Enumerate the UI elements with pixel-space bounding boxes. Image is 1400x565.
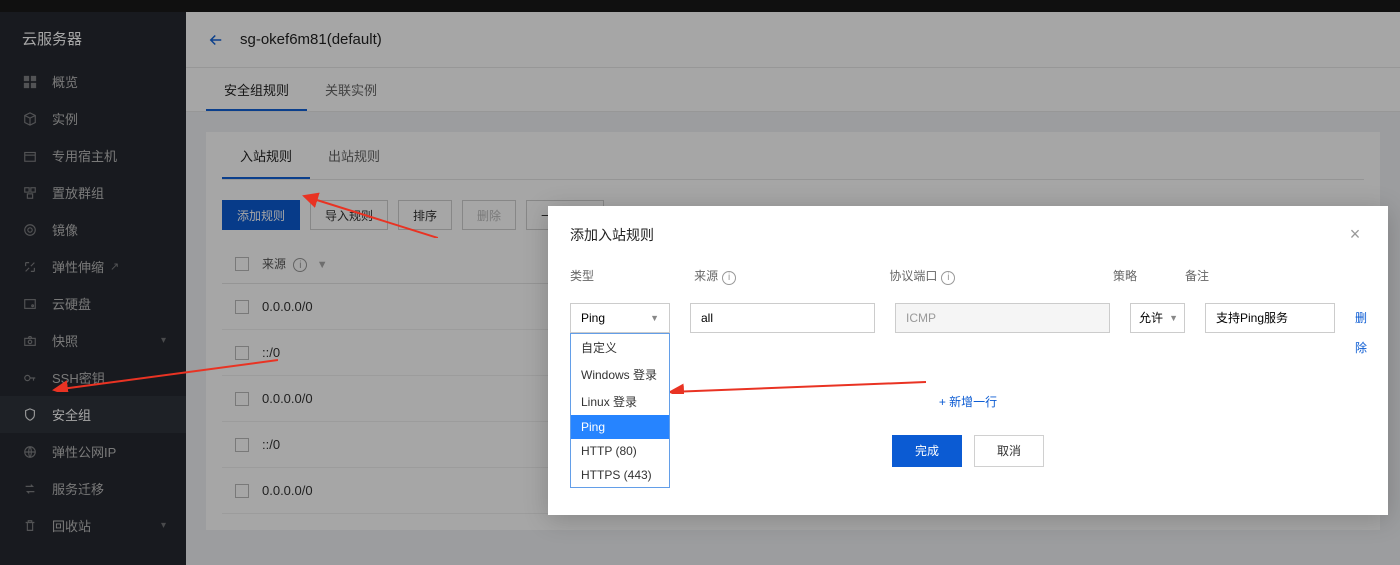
col-remark-label: 备注 xyxy=(1185,267,1308,285)
remark-input[interactable] xyxy=(1205,303,1335,333)
info-icon[interactable]: i xyxy=(722,271,736,285)
col-port-label: 协议端口 xyxy=(889,269,937,283)
type-select[interactable]: Ping▼ xyxy=(570,303,670,333)
col-type-label: 类型 xyxy=(570,267,674,285)
type-option-0[interactable]: 自定义 xyxy=(571,334,669,361)
type-option-3[interactable]: Ping xyxy=(571,415,669,439)
policy-select[interactable]: 允许▼ xyxy=(1130,303,1185,333)
delete-row-link[interactable]: 删除 xyxy=(1355,311,1367,355)
col-source-label: 来源 xyxy=(694,269,718,283)
source-input[interactable] xyxy=(690,303,875,333)
modal-title: 添加入站规则 xyxy=(570,225,654,245)
type-dropdown: 自定义Windows 登录Linux 登录PingHTTP (80)HTTPS … xyxy=(570,333,670,488)
chevron-down-icon: ▼ xyxy=(650,313,659,323)
type-option-2[interactable]: Linux 登录 xyxy=(571,388,669,415)
close-icon[interactable]: × xyxy=(1344,224,1366,245)
cancel-button[interactable]: 取消 xyxy=(974,435,1044,467)
form-header: 类型 来源 i 协议端口 i 策略 备注 xyxy=(570,259,1366,297)
add-row-link[interactable]: + 新增一行 xyxy=(939,395,997,409)
chevron-down-icon: ▼ xyxy=(1169,313,1178,323)
info-icon[interactable]: i xyxy=(941,271,955,285)
type-option-4[interactable]: HTTP (80) xyxy=(571,439,669,463)
type-option-5[interactable]: HTTPS (443) xyxy=(571,463,669,487)
rule-row: Ping▼ 自定义Windows 登录Linux 登录PingHTTP (80)… xyxy=(570,297,1366,369)
col-policy-label: 策略 xyxy=(1113,267,1165,285)
port-input xyxy=(895,303,1110,333)
add-inbound-rule-modal: 添加入站规则 × 类型 来源i 协议端口i 策略 备注 Ping▼ 自定义Win… xyxy=(548,206,1388,515)
type-option-1[interactable]: Windows 登录 xyxy=(571,361,669,388)
ok-button[interactable]: 完成 xyxy=(892,435,962,467)
